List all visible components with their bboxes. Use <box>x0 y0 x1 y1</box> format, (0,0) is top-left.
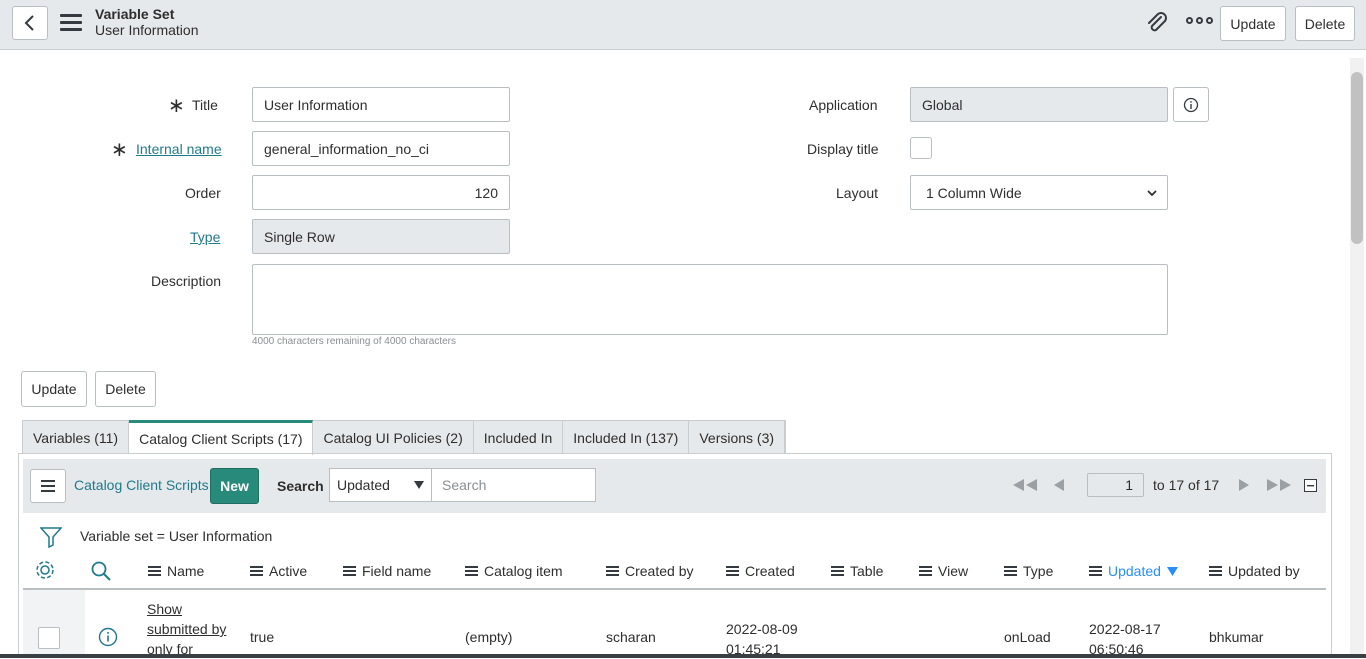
row-active: true <box>250 629 275 645</box>
display-title-label: Display title <box>807 141 879 157</box>
tab-variables[interactable]: Variables (11) <box>23 421 130 454</box>
application-field: Global <box>910 87 1168 122</box>
tab-catalog-ui-policies[interactable]: Catalog UI Policies (2) <box>313 421 474 454</box>
row-created-by: scharan <box>606 629 656 645</box>
column-header-type[interactable]: Type <box>1004 563 1053 579</box>
header-delete-button[interactable]: Delete <box>1295 6 1355 41</box>
column-header-updated-by[interactable]: Updated by <box>1209 563 1300 579</box>
caret-down-icon <box>414 481 424 489</box>
gear-icon[interactable] <box>34 559 56 581</box>
column-menu-icon[interactable] <box>148 566 161 576</box>
layout-label: Layout <box>836 185 879 201</box>
filter-icon[interactable] <box>40 526 62 548</box>
row-checkbox[interactable] <box>38 627 60 649</box>
header-divider <box>23 588 1326 590</box>
filter-breadcrumb[interactable]: Variable set = User Information <box>80 528 272 544</box>
title-label: Title <box>192 97 218 113</box>
required-marker: ∗ <box>168 95 185 117</box>
form-header: Variable Set User Information Update Del… <box>0 0 1366 50</box>
related-list-tabs: Variables (11) Catalog Client Scripts (1… <box>22 420 787 455</box>
search-icon[interactable] <box>90 560 112 582</box>
row-name-link[interactable]: Show submitted by only for <box>147 599 226 659</box>
tab-versions[interactable]: Versions (3) <box>689 421 786 454</box>
column-menu-icon[interactable] <box>919 566 932 576</box>
delete-button[interactable]: Delete <box>95 371 156 407</box>
description-textarea[interactable] <box>252 264 1168 335</box>
list-title[interactable]: Catalog Client Scripts <box>74 477 209 493</box>
last-page-icon[interactable] <box>1265 478 1293 492</box>
search-input[interactable]: Search <box>431 468 596 502</box>
row-type: onLoad <box>1004 629 1051 645</box>
info-icon[interactable] <box>98 627 118 647</box>
internal-name-label[interactable]: Internal name <box>136 141 222 157</box>
tab-included-in[interactable]: Included In <box>474 421 564 454</box>
form-menu-icon[interactable] <box>60 14 82 32</box>
order-label: Order <box>185 185 221 201</box>
column-menu-icon[interactable] <box>1004 566 1017 576</box>
new-button[interactable]: New <box>210 468 259 504</box>
column-header-active[interactable]: Active <box>250 563 307 579</box>
title-input[interactable]: User Information <box>252 87 510 122</box>
row-catalog-item: (empty) <box>465 629 513 645</box>
type-field: Single Row <box>252 219 510 254</box>
column-menu-icon[interactable] <box>726 566 739 576</box>
header-update-button[interactable]: Update <box>1220 6 1286 41</box>
description-label: Description <box>151 273 222 289</box>
description-hint: 4000 characters remaining of 4000 charac… <box>252 336 457 347</box>
bottom-bar <box>0 654 1366 658</box>
row-created: 2022-08-09 01:45:21 <box>726 621 798 657</box>
collapse-icon[interactable] <box>1304 479 1317 492</box>
column-menu-icon[interactable] <box>1209 566 1222 576</box>
column-menu-icon[interactable] <box>1089 566 1102 576</box>
column-header-view[interactable]: View <box>919 563 968 579</box>
layout-select[interactable]: 1 Column Wide <box>910 175 1168 210</box>
row-updated-by: bhkumar <box>1209 629 1264 645</box>
column-header-created-by[interactable]: Created by <box>606 563 693 579</box>
page-number-input[interactable]: 1 <box>1087 473 1144 497</box>
tab-included-in-137[interactable]: Included In (137) <box>563 421 690 454</box>
column-header-name[interactable]: Name <box>148 563 204 579</box>
header-title: Variable Set <box>95 6 175 22</box>
first-page-icon[interactable] <box>1011 478 1039 492</box>
chevron-left-icon <box>24 15 34 31</box>
column-header-field-name[interactable]: Field name <box>343 563 431 579</box>
search-label: Search <box>277 478 324 494</box>
search-field-select[interactable]: Updated <box>329 468 432 502</box>
column-menu-icon[interactable] <box>465 566 478 576</box>
page-range: to 17 of 17 <box>1153 477 1220 493</box>
column-menu-icon[interactable] <box>343 566 356 576</box>
column-header-catalog-item[interactable]: Catalog item <box>465 563 563 579</box>
application-label: Application <box>809 97 878 113</box>
column-menu-icon[interactable] <box>831 566 844 576</box>
layout-selected-value: 1 Column Wide <box>926 184 1022 201</box>
display-title-checkbox[interactable] <box>910 137 932 159</box>
column-menu-icon[interactable] <box>250 566 263 576</box>
update-button[interactable]: Update <box>21 371 87 407</box>
column-menu-icon[interactable] <box>606 566 619 576</box>
chevron-down-icon <box>1147 190 1157 197</box>
header-subtitle: User Information <box>95 22 199 38</box>
info-icon <box>1183 97 1199 112</box>
column-header-table[interactable]: Table <box>831 563 883 579</box>
column-header-created[interactable]: Created <box>726 563 795 579</box>
row-updated: 2022-08-17 06:50:46 <box>1089 621 1161 657</box>
column-header-updated[interactable]: Updated <box>1089 563 1178 579</box>
order-input[interactable]: 120 <box>252 175 510 210</box>
next-page-icon[interactable] <box>1237 478 1251 492</box>
internal-name-input[interactable]: general_information_no_ci <box>252 131 510 166</box>
type-label[interactable]: Type <box>190 229 220 245</box>
previous-page-icon[interactable] <box>1052 478 1066 492</box>
tab-catalog-client-scripts[interactable]: Catalog Client Scripts (17) <box>129 420 314 455</box>
list-menu-icon[interactable] <box>30 469 66 503</box>
info-button[interactable] <box>1173 87 1209 122</box>
search-field-value: Updated <box>337 477 390 493</box>
paperclip-icon[interactable] <box>1146 12 1168 36</box>
scrollbar-thumb[interactable] <box>1351 72 1363 244</box>
more-options-icon[interactable] <box>1186 17 1213 24</box>
back-button[interactable] <box>12 6 48 40</box>
required-marker: ∗ <box>111 139 128 161</box>
sort-descending-icon <box>1166 566 1178 576</box>
